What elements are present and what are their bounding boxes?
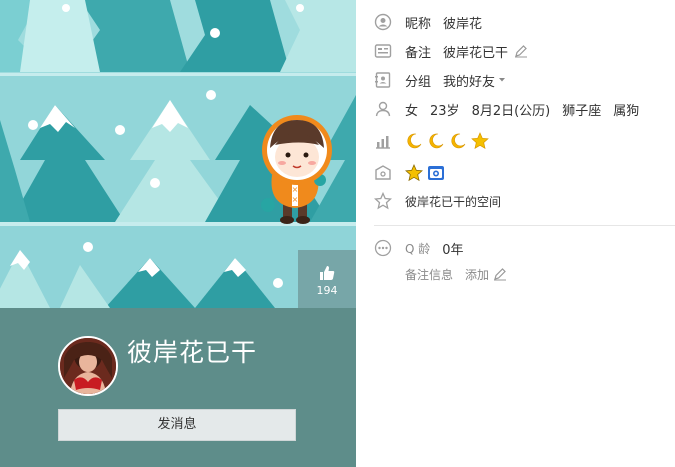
avatar[interactable] [58,336,118,396]
svg-text:×: × [292,185,299,194]
space-link[interactable]: 彼岸花已干的空间 [405,193,501,210]
cut-off-moon-icon [487,0,501,3]
send-message-button[interactable]: 发消息 [58,409,296,441]
avatar-image [60,338,116,394]
space-row: 彼岸花已干的空间 [374,190,501,212]
like-button[interactable]: 194 [298,250,356,308]
id-card-icon [374,44,392,58]
nickname-row: 昵称 彼岸花 [374,11,482,33]
level-chart-icon [376,136,390,149]
profile-info-panel: 昵称 彼岸花 备注 彼岸花已干 分组 我的好友 女 23岁 8月2日(公历) 狮… [356,0,675,467]
group-label: 分组 [405,74,432,90]
more-dots-icon [374,239,392,257]
contacts-book-icon [375,72,391,88]
zodiac: 狮子座 [562,103,602,119]
divider [374,225,675,226]
moon-icon [451,133,466,149]
personal-details-row: 女 23岁 8月2日(公历) 狮子座 属狗 [374,98,639,120]
display-name: 彼岸花已干 [127,338,258,367]
gift-box-icon [375,165,391,180]
nickname-label: 昵称 [405,16,432,32]
qq-age-row: Q 龄 0年 [374,237,464,259]
thumbs-up-icon [320,266,335,280]
star-outline-icon [374,192,392,210]
cut-off-icon [374,0,392,2]
person-icon [375,101,391,117]
star-icon [471,132,489,150]
like-count: 194 [316,284,338,297]
nickname-value: 彼岸花 [443,16,483,32]
gender: 女 [405,103,419,119]
level-badges[interactable] [405,132,489,150]
remark-info-label: 备注信息 [405,267,454,282]
group-row: 分组 我的好友 [374,69,506,91]
birthday: 8月2日(公历) [471,103,551,119]
chevron-down-icon[interactable] [498,77,506,83]
group-dropdown[interactable]: 我的好友 [443,71,495,90]
edit-pencil-icon[interactable] [514,44,528,58]
remark-label: 备注 [405,45,432,61]
remark-info-row: 备注信息 添加 [405,263,507,285]
services-row [374,162,445,184]
moon-icon [407,133,422,149]
camera-badge-icon[interactable] [427,164,445,182]
age: 23岁 [430,103,460,119]
remark-value: 彼岸花已干 [443,45,509,61]
add-remark-link[interactable]: 添加 [465,266,489,283]
remark-row: 备注 彼岸花已干 [374,40,528,62]
moon-icon [429,133,444,149]
star-badge-icon[interactable] [405,164,423,182]
profile-cover-panel: × × 194 彼岸花已干 发消息 [0,0,356,467]
qq-age-label: Q 龄 [405,241,431,256]
level-row [374,130,489,152]
svg-text:×: × [292,195,299,204]
profile-card [0,308,356,467]
chinese-zodiac: 属狗 [613,103,640,119]
user-circle-icon [374,13,392,31]
qq-age-value: 0年 [442,242,464,258]
edit-pencil-icon[interactable] [493,267,507,281]
